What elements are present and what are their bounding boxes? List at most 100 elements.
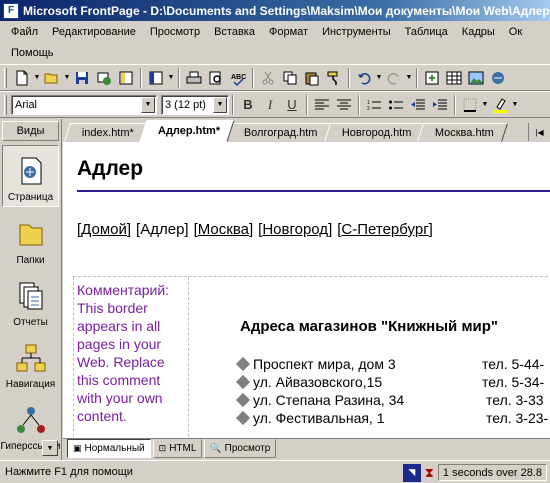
menu-file[interactable]: Файл — [4, 26, 45, 38]
borders-icon[interactable] — [459, 94, 481, 116]
insert-picture-icon[interactable] — [465, 67, 487, 89]
align-center-icon[interactable] — [333, 94, 355, 116]
italic-icon[interactable]: I — [259, 94, 281, 116]
views-scroll-down-icon[interactable]: ▼ — [42, 440, 58, 456]
list-item[interactable]: Проспект мира, дом 3 тел. 5-44- — [235, 355, 550, 373]
menu-insert[interactable]: Вставка — [207, 26, 262, 38]
list-item[interactable]: ул. Айвазовского,15 тел. 5-34- — [235, 373, 550, 391]
align-left-icon[interactable] — [311, 94, 333, 116]
store-address: Проспект мира, дом 3 — [253, 356, 396, 372]
undo-dropdown-arrow[interactable]: ▼ — [375, 74, 383, 81]
view-mode-tabs: ▣ Нормальный ⊡ HTML 🔍 Просмотр — [63, 438, 550, 460]
nav-link-spb[interactable]: С-Петербург — [341, 221, 428, 238]
bullet-icon — [235, 392, 251, 408]
redo-icon[interactable] — [383, 67, 405, 89]
bold-icon[interactable]: B — [237, 94, 259, 116]
tab-novgorod[interactable]: Новгород.htm — [323, 123, 426, 142]
font-dropdown-arrow[interactable]: ▼ — [141, 96, 155, 113]
view-navigation[interactable]: Навигация — [0, 331, 61, 393]
menu-format[interactable]: Формат — [262, 26, 315, 38]
store-phone: тел. 3-23- — [486, 410, 549, 426]
tab-index[interactable]: index.htm* — [63, 123, 149, 142]
highlight-icon[interactable] — [489, 94, 511, 116]
view-folders-label: Папки — [16, 255, 45, 266]
spelling-icon[interactable]: ABC — [227, 67, 249, 89]
nav-item-adler: Адлер — [140, 221, 185, 238]
redo-dropdown-arrow[interactable]: ▼ — [405, 74, 413, 81]
bullet-icon — [235, 374, 251, 390]
toolbar-grip[interactable] — [4, 67, 7, 88]
stores-heading[interactable]: Адреса магазинов "Книжный мир" — [240, 318, 498, 335]
border-comment[interactable]: Комментарий: This border appears in all … — [77, 281, 189, 425]
save-icon[interactable] — [71, 67, 93, 89]
tab-volgograd-label: Волгоград.htm — [244, 126, 318, 139]
views-dropdown-arrow[interactable]: ▼ — [167, 74, 175, 81]
menu-view[interactable]: Просмотр — [143, 26, 207, 38]
highlight-dropdown-arrow[interactable]: ▼ — [511, 101, 519, 108]
folder-list-icon[interactable] — [115, 67, 137, 89]
print-preview-icon[interactable] — [205, 67, 227, 89]
format-painter-icon[interactable] — [323, 67, 345, 89]
list-item[interactable]: ул. Степана Разина, 34 тел. 3-33 — [235, 391, 550, 409]
cut-icon[interactable] — [257, 67, 279, 89]
nav-link-home[interactable]: Домой — [81, 221, 127, 238]
size-dropdown-arrow[interactable]: ▼ — [213, 96, 227, 113]
menu-help[interactable]: Помощь — [4, 47, 61, 59]
publish-icon[interactable] — [93, 67, 115, 89]
borders-dropdown-arrow[interactable]: ▼ — [481, 101, 489, 108]
nav-bracket: [Новгород] — [258, 221, 333, 238]
numbered-list-icon[interactable]: 12 — [363, 94, 385, 116]
tab-normal[interactable]: ▣ Нормальный — [67, 439, 151, 458]
nav-link-novgorod[interactable]: Новгород — [262, 221, 328, 238]
copy-icon[interactable] — [279, 67, 301, 89]
new-dropdown-arrow[interactable]: ▼ — [33, 74, 41, 81]
tab-html[interactable]: ⊡ HTML — [152, 439, 203, 458]
normal-view-icon: ▣ — [73, 443, 82, 453]
view-reports[interactable]: Отчеты — [0, 269, 61, 331]
title-bar[interactable]: F Microsoft FrontPage - D:\Documents and… — [0, 0, 550, 21]
tab-preview[interactable]: 🔍 Просмотр — [204, 439, 277, 458]
menu-table[interactable]: Таблица — [398, 26, 455, 38]
font-name-combo[interactable]: Arial ▼ — [11, 94, 157, 115]
page-title[interactable]: Адлер — [77, 157, 143, 181]
store-address: ул. Фестивальная, 1 — [253, 410, 385, 426]
page-editor[interactable]: Адлер [Домой] [Адлер] [Москва] [Новгород… — [63, 143, 550, 438]
decrease-indent-icon[interactable] — [407, 94, 429, 116]
tab-moscow[interactable]: Москва.htm — [417, 123, 509, 142]
tab-scroll-icon[interactable]: |◀ — [528, 123, 550, 141]
menu-edit[interactable]: Редактирование — [45, 26, 143, 38]
underline-icon[interactable]: U — [281, 94, 303, 116]
folders-view-icon — [19, 224, 42, 246]
menu-tools[interactable]: Инструменты — [315, 26, 398, 38]
toolbar-grip[interactable] — [4, 94, 7, 115]
tab-volgograd[interactable]: Волгоград.htm — [226, 123, 332, 142]
list-item[interactable]: ул. Фестивальная, 1 тел. 3-23- — [235, 409, 550, 427]
paste-icon[interactable] — [301, 67, 323, 89]
insert-table-icon[interactable] — [443, 67, 465, 89]
view-folders[interactable]: Папки — [0, 207, 61, 269]
font-size-combo[interactable]: 3 (12 pt) ▼ — [161, 94, 229, 115]
open-dropdown-arrow[interactable]: ▼ — [63, 74, 71, 81]
bulleted-list-icon[interactable] — [385, 94, 407, 116]
insert-component-icon[interactable] — [421, 67, 443, 89]
view-page[interactable]: Страница — [2, 145, 59, 207]
toolbar-separator — [348, 67, 350, 88]
views-bar-icon[interactable] — [145, 67, 167, 89]
print-icon[interactable] — [183, 67, 205, 89]
hyperlinks-view-icon — [16, 407, 45, 433]
tab-novgorod-label: Новгород.htm — [341, 126, 412, 139]
tab-index-label: index.htm* — [82, 126, 134, 139]
tab-html-label: HTML — [169, 443, 197, 454]
tab-adler[interactable]: Адлер.htm* — [139, 120, 235, 142]
hyperlink-icon[interactable] — [487, 67, 509, 89]
download-time[interactable]: 1 seconds over 28.8 — [437, 464, 547, 481]
menu-frames[interactable]: Кадры — [455, 26, 502, 38]
font-size-value: 3 (12 pt) — [165, 98, 206, 111]
undo-icon[interactable] — [353, 67, 375, 89]
nav-link-moscow[interactable]: Москва — [198, 221, 249, 238]
menu-window[interactable]: Ок — [502, 26, 529, 38]
status-bar: Нажмите F1 для помощи ◥ ⧗ 1 seconds over… — [0, 460, 550, 483]
increase-indent-icon[interactable] — [429, 94, 451, 116]
new-page-icon[interactable] — [11, 67, 33, 89]
open-folder-icon[interactable] — [41, 67, 63, 89]
